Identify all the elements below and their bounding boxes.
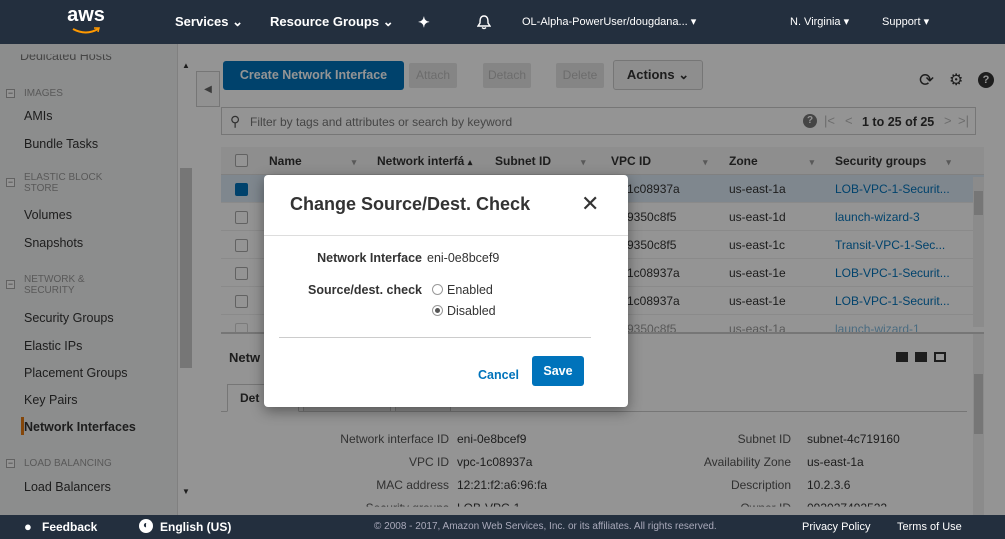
cancel-button[interactable]: Cancel [478, 368, 519, 382]
account-menu[interactable]: OL-Alpha-PowerUser/dougdana... ▾ [522, 0, 696, 44]
aws-logo[interactable]: aws [62, 4, 110, 40]
feedback-icon: ● [24, 519, 32, 534]
caret-down-icon: ▾ [923, 16, 930, 28]
aws-smile-icon [72, 27, 100, 34]
disabled-radio[interactable] [432, 305, 443, 316]
change-source-dest-check-dialog: Change Source/Dest. Check ✕ Network Inte… [264, 175, 628, 407]
caret-down-icon: ▾ [843, 16, 850, 28]
privacy-policy-link[interactable]: Privacy Policy [802, 521, 870, 533]
divider [279, 337, 591, 338]
region-menu[interactable]: N. Virginia ▾ [790, 0, 849, 44]
pin-icon[interactable]: ✦ [418, 0, 430, 44]
chevron-down-icon: ⌄ [232, 14, 244, 29]
terms-of-use-link[interactable]: Terms of Use [897, 521, 962, 533]
globe-icon: ◐ [139, 519, 153, 533]
enabled-radio-label[interactable]: Enabled [447, 283, 493, 297]
feedback-link[interactable]: Feedback [42, 520, 97, 534]
copyright-text: © 2008 - 2017, Amazon Web Services, Inc.… [374, 521, 717, 532]
dialog-title: Change Source/Dest. Check [290, 194, 531, 214]
close-icon[interactable]: ✕ [581, 193, 599, 215]
support-menu[interactable]: Support ▾ [882, 0, 929, 44]
network-interface-label: Network Interface [317, 251, 422, 265]
caret-down-icon: ▾ [690, 16, 697, 28]
chevron-down-icon: ⌄ [382, 14, 394, 29]
enabled-radio[interactable] [432, 284, 443, 295]
services-menu[interactable]: Services ⌄ [175, 0, 243, 44]
footer: ● Feedback ◐ English (US) © 2008 - 2017,… [0, 515, 1005, 539]
source-dest-check-label: Source/dest. check [308, 283, 422, 297]
language-selector[interactable]: English (US) [160, 520, 231, 534]
bell-icon[interactable] [476, 0, 492, 44]
network-interface-value: eni-0e8bcef9 [427, 251, 500, 265]
resource-groups-menu[interactable]: Resource Groups ⌄ [270, 0, 394, 44]
top-nav-bar: aws Services ⌄ Resource Groups ⌄ ✦ OL-Al… [0, 0, 1005, 44]
save-button[interactable]: Save [532, 356, 584, 386]
disabled-radio-label[interactable]: Disabled [447, 304, 496, 318]
divider [264, 235, 628, 236]
